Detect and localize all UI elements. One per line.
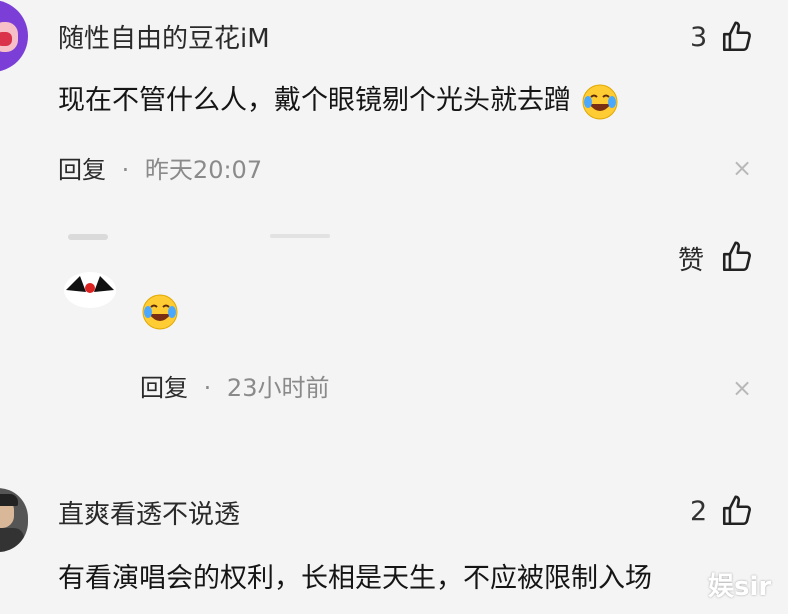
reply-name-blurred-2 [270, 234, 330, 238]
comment-time: 昨天20:07 [144, 156, 263, 184]
comment-text: 现在不管什么人，戴个眼镜剔个光头就去蹭 [58, 78, 620, 122]
separator: · [203, 374, 212, 402]
reply-button[interactable]: 回复 [58, 156, 106, 184]
laughing-tears-emoji-icon [140, 292, 180, 332]
reply-button[interactable]: 回复 [140, 374, 188, 402]
comment-text: 有看演唱会的权利，长相是天生，不应被限制入场 [58, 563, 652, 594]
avatar[interactable] [0, 0, 28, 72]
reply-meta: 回复 · 23小时前 [140, 368, 329, 403]
watermark: 娱sir [708, 572, 772, 602]
username[interactable]: 直爽看透不说透 [58, 494, 240, 531]
separator: · [121, 156, 130, 184]
reply-emoji [140, 292, 180, 332]
like-label: 赞 [678, 246, 705, 276]
close-icon[interactable]: × [732, 376, 752, 400]
reply-time: 23小时前 [226, 374, 330, 402]
close-icon[interactable]: × [732, 156, 752, 180]
avatar[interactable] [0, 488, 28, 552]
thumbs-up-icon[interactable] [720, 240, 754, 274]
like-count: 2 [690, 496, 708, 527]
username[interactable]: 随性自由的豆花iM [58, 18, 270, 55]
avatar[interactable] [62, 262, 118, 310]
reply-name-blurred [68, 234, 108, 240]
comment-meta: 回复 · 昨天20:07 [58, 150, 262, 185]
comment-text-content: 现在不管什么人，戴个眼镜剔个光头就去蹭 [58, 85, 571, 116]
thumbs-up-icon[interactable] [720, 494, 754, 528]
thumbs-up-icon[interactable] [720, 20, 754, 54]
laughing-tears-emoji-icon [580, 82, 620, 122]
like-count: 3 [690, 22, 708, 53]
